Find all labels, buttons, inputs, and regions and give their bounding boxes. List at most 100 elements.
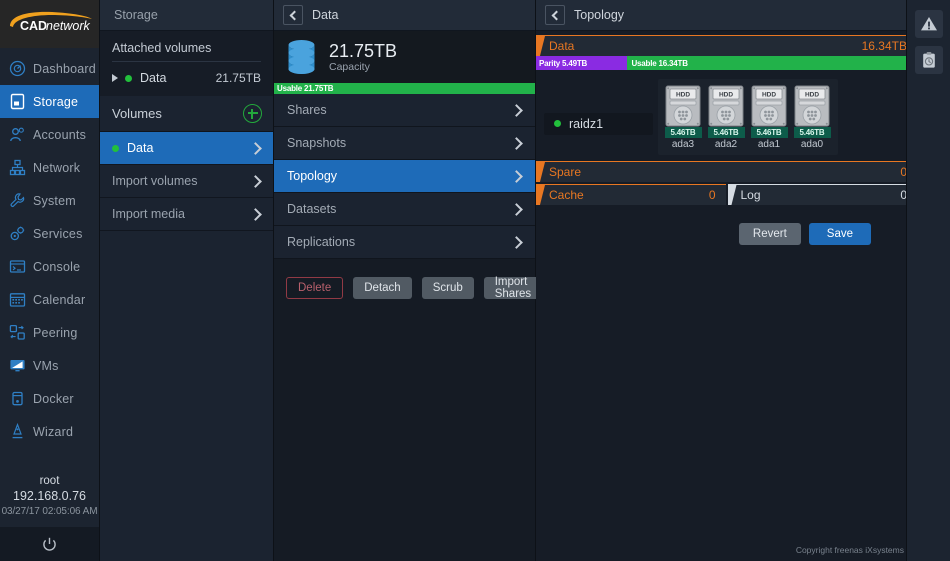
- sidebar-nav: Dashboard Storage Accounts Network Syste…: [0, 48, 99, 468]
- sidebar-item-peering[interactable]: Peering: [0, 316, 99, 349]
- chevron-right-icon: [510, 103, 523, 117]
- vdev-cache-header[interactable]: Cache 0: [536, 184, 726, 205]
- svg-text:HDD: HDD: [676, 92, 690, 99]
- attached-volumes-title: Attached volumes: [112, 41, 212, 55]
- sidebar-item-storage[interactable]: Storage: [0, 85, 99, 118]
- sidebar-item-calendar[interactable]: Calendar: [0, 283, 99, 316]
- volume-action-buttons: Delete Detach Scrub Import Shares: [274, 259, 543, 300]
- volume-row-import-media[interactable]: Import media: [100, 198, 273, 231]
- disk-card-ada1[interactable]: HDD 5.46TB ada1: [750, 85, 788, 150]
- user-info: root 192.168.0.76 03/27/17 02:05:06 AM: [0, 468, 99, 527]
- sidebar-item-system[interactable]: System: [0, 184, 99, 217]
- attached-volume-row[interactable]: Data 21.75TB: [100, 66, 273, 90]
- sidebar-item-services[interactable]: Services: [0, 217, 99, 250]
- volume-row-label: Import media: [112, 207, 185, 221]
- scrub-button[interactable]: Scrub: [421, 277, 474, 299]
- alerts-button[interactable]: [914, 10, 943, 38]
- sidebar-item-wizard[interactable]: Wizard: [0, 415, 99, 448]
- usable-capacity-label: Usable 21.75TB: [277, 84, 334, 93]
- sidebar-item-label: System: [33, 193, 76, 208]
- sidebar-item-docker[interactable]: Docker: [0, 382, 99, 415]
- back-button[interactable]: [283, 5, 303, 25]
- vdev-cache-name: Cache: [549, 188, 584, 202]
- capacity-value: 21.75TB: [329, 40, 398, 61]
- sidebar-item-label: Dashboard: [33, 61, 96, 76]
- sidebar-item-label: Network: [33, 160, 81, 175]
- power-icon: [43, 537, 56, 551]
- menu-row-shares[interactable]: Shares: [274, 94, 535, 127]
- sidebar-item-vms[interactable]: VMs: [0, 349, 99, 382]
- menu-row-snapshots[interactable]: Snapshots: [274, 127, 535, 160]
- disk-size: 5.46TB: [707, 127, 745, 138]
- chevron-right-icon: [510, 169, 523, 183]
- usable-segment: Usable 16.34TB: [627, 56, 917, 70]
- menu-row-datasets[interactable]: Datasets: [274, 193, 535, 226]
- volume-row-import-volumes[interactable]: Import volumes: [100, 165, 273, 198]
- detach-button[interactable]: Detach: [353, 277, 412, 299]
- storage-icon: [9, 93, 26, 110]
- menu-row-label: Snapshots: [287, 136, 347, 150]
- vdev-log-header[interactable]: Log 0: [727, 184, 917, 205]
- volume-row-label: Data: [127, 141, 154, 155]
- save-button[interactable]: Save: [808, 223, 871, 245]
- import-shares-button[interactable]: Import Shares: [483, 276, 543, 300]
- sidebar: CAD network Dashboard Storage Accounts N…: [0, 0, 100, 561]
- topology-panel: Topology Data 16.34TB Parity 5.49TB Usab…: [536, 0, 950, 561]
- chevron-right-icon: [510, 136, 523, 150]
- sidebar-item-label: Wizard: [33, 424, 74, 439]
- parity-segment: Parity 5.49TB: [536, 56, 628, 70]
- svg-text:CAD: CAD: [20, 19, 47, 33]
- chevron-right-icon: [510, 235, 523, 249]
- peering-icon: [9, 324, 26, 341]
- sidebar-item-accounts[interactable]: Accounts: [0, 118, 99, 151]
- disk-card-ada0[interactable]: HDD 5.46TB ada0: [793, 85, 831, 150]
- disk-name: ada0: [800, 139, 824, 150]
- menu-row-topology[interactable]: Topology: [274, 160, 535, 193]
- expand-triangle-icon[interactable]: [112, 74, 118, 82]
- sidebar-item-console[interactable]: Console: [0, 250, 99, 283]
- disk-list: HDD 5.46TB ada3 HDD 5.46TB ada2 HDD 5.46…: [657, 79, 838, 155]
- topology-header: Topology: [536, 0, 950, 31]
- disk-card-ada3[interactable]: HDD 5.46TB ada3: [664, 85, 702, 150]
- parity-label: Parity 5.49TB: [539, 58, 588, 68]
- power-button[interactable]: [0, 527, 99, 561]
- right-rail: [906, 0, 950, 561]
- sidebar-item-dashboard[interactable]: Dashboard: [0, 52, 99, 85]
- revert-button[interactable]: Revert: [738, 223, 801, 245]
- plus-circle-icon[interactable]: [243, 104, 262, 123]
- sidebar-item-network[interactable]: Network: [0, 151, 99, 184]
- capacity-summary: 21.75TB Capacity: [274, 31, 535, 83]
- cadnetwork-logo-icon: CAD network: [9, 11, 92, 33]
- system-wrench-icon: [9, 192, 26, 209]
- brand-logo[interactable]: CAD network: [0, 0, 99, 48]
- svg-text:HDD: HDD: [719, 92, 733, 99]
- topology-content: Data 16.34TB Parity 5.49TB Usable 16.34T…: [536, 31, 950, 245]
- status-dot: [112, 144, 119, 152]
- delete-button[interactable]: Delete: [286, 277, 344, 299]
- vdev-capacity-bar: Parity 5.49TB Usable 16.34TB: [536, 56, 917, 70]
- chevron-right-icon: [510, 202, 523, 216]
- menu-row-replications[interactable]: Replications: [274, 226, 535, 259]
- hdd-icon: HDD: [751, 85, 787, 127]
- storage-list-panel: Storage Attached volumes Data 21.75TB Vo…: [100, 0, 274, 561]
- chevron-right-icon: [249, 141, 262, 155]
- vdev-spare-header[interactable]: Spare 0: [536, 161, 917, 182]
- topology-action-buttons: Revert Save: [536, 205, 917, 245]
- volume-detail-title: Data: [312, 8, 339, 22]
- tasks-button[interactable]: [914, 46, 943, 74]
- disk-size: 5.46TB: [750, 127, 788, 138]
- menu-row-label: Replications: [287, 235, 356, 249]
- raid-label-box[interactable]: raidz1: [544, 112, 654, 135]
- disk-card-ada2[interactable]: HDD 5.46TB ada2: [707, 85, 745, 150]
- vdev-log-name: Log: [740, 188, 761, 202]
- sidebar-item-label: Storage: [33, 94, 79, 109]
- disk-size: 5.46TB: [664, 127, 702, 138]
- vdev-data-header[interactable]: Data 16.34TB: [536, 35, 917, 56]
- services-gear-icon: [9, 225, 26, 242]
- volume-row-data[interactable]: Data: [100, 132, 273, 165]
- accounts-users-icon: [9, 126, 26, 143]
- vdev-data-value: 16.34TB: [861, 39, 907, 53]
- back-button[interactable]: [545, 5, 565, 25]
- disk-name: ada1: [757, 139, 781, 150]
- attached-volume-name: Data: [140, 71, 167, 85]
